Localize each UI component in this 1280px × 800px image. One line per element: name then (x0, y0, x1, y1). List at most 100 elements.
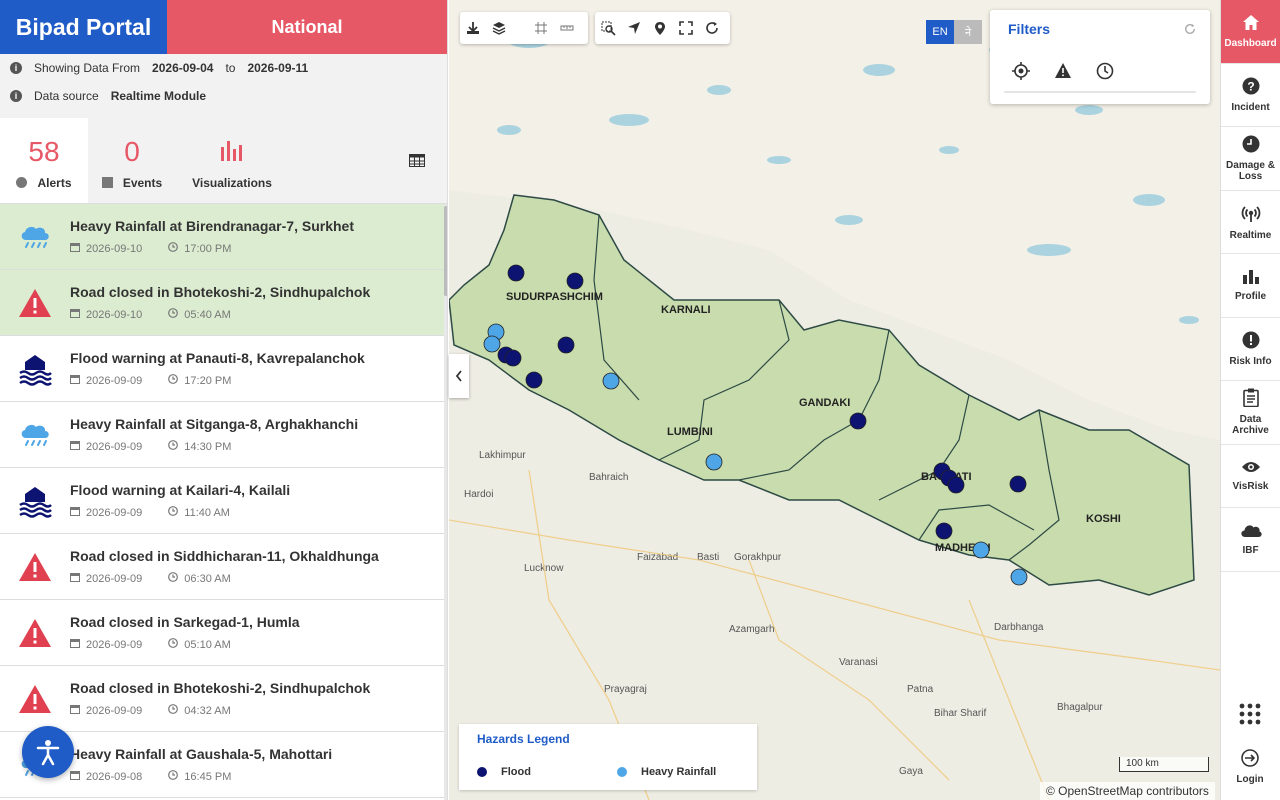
clock-icon (1242, 135, 1260, 160)
legend-dot-icon (477, 767, 487, 777)
bar-chart-icon (220, 132, 244, 172)
legend-title: Hazards Legend (477, 732, 570, 746)
alert-item[interactable]: Heavy Rainfall at Sitganga-8, Arghakhanc… (0, 402, 444, 468)
rain-cloud-icon (0, 422, 70, 448)
apps-grid-icon (1239, 703, 1261, 725)
refresh-icon (1185, 23, 1195, 34)
login-icon (1241, 749, 1259, 767)
from-date: 2026-09-04 (152, 61, 214, 75)
locate-button[interactable] (621, 12, 647, 44)
svg-text:Bahraich: Bahraich (589, 472, 628, 483)
time-icon (168, 440, 179, 453)
map-scale: 100 km (1119, 757, 1209, 772)
showing-label: Showing Data From (34, 61, 141, 75)
filters-refresh-button[interactable] (1184, 22, 1196, 40)
nav-label: Incident (1231, 101, 1270, 113)
collapse-panel-button[interactable] (449, 354, 469, 398)
svg-text:Hardoi: Hardoi (464, 489, 493, 500)
alert-item[interactable]: Heavy Rainfall at Birendranagar-7, Surkh… (0, 204, 444, 270)
alert-item[interactable]: Flood warning at Panauti-8, Kavrepalanch… (0, 336, 444, 402)
svg-text:Bhagalpur: Bhagalpur (1057, 702, 1103, 713)
lang-ne-button[interactable]: ने (954, 20, 982, 44)
calendar-icon (70, 572, 80, 585)
alert-item[interactable]: Road closed in Bhotekoshi-2, Sindhupalch… (0, 666, 444, 732)
map-pin-icon (655, 21, 665, 35)
alert-date: 2026-09-09 (86, 572, 143, 585)
alert-text: Heavy Rainfall at Gaushala-5, Mahottari … (70, 746, 444, 783)
nav-item-risk-info[interactable]: Risk Info (1221, 318, 1280, 381)
tab-alerts[interactable]: 58 Alerts (0, 118, 88, 203)
map-attribution[interactable]: © OpenStreetMap contributors (1040, 782, 1215, 800)
download-button[interactable] (460, 12, 486, 44)
legend-dot-icon (617, 767, 627, 777)
nav-item-incident[interactable]: ? Incident (1221, 64, 1280, 127)
alert-meta: 2026-09-09 06:30 AM (70, 572, 444, 585)
svg-text:Bihar Sharif: Bihar Sharif (934, 708, 986, 719)
nav-label: IBF (1242, 544, 1259, 556)
province-label: LUMBINI (667, 426, 713, 438)
info-icon: i (10, 90, 22, 102)
zoom-area-button[interactable] (595, 12, 621, 44)
alert-title: Flood warning at Panauti-8, Kavrepalanch… (70, 350, 365, 366)
alert-date: 2026-09-09 (86, 440, 143, 453)
tab-events[interactable]: 0 Events (88, 118, 176, 203)
brand-title[interactable]: Bipad Portal (0, 0, 167, 54)
alert-list: Heavy Rainfall at Birendranagar-7, Surkh… (0, 204, 444, 800)
svg-text:Lakhimpur: Lakhimpur (479, 450, 526, 461)
alert-text: Heavy Rainfall at Birendranagar-7, Surkh… (70, 218, 444, 255)
reset-button[interactable] (699, 12, 725, 44)
alert-title: Road closed in Sarkegad-1, Humla (70, 614, 300, 630)
svg-text:Darbhanga: Darbhanga (994, 622, 1044, 633)
navigation-arrow-icon (628, 22, 640, 34)
nav-label: Data Archive (1232, 414, 1269, 437)
nav-item-dashboard[interactable]: Dashboard (1221, 0, 1280, 64)
calendar-icon (70, 308, 80, 321)
square-icon (101, 177, 113, 188)
nav-item-data-archive[interactable]: Data Archive (1221, 381, 1280, 445)
login-button[interactable]: Login (1220, 748, 1280, 785)
svg-text:Gaya: Gaya (899, 766, 923, 777)
alert-item[interactable]: Road closed in Sarkegad-1, Humla 2026-09… (0, 600, 444, 666)
flood-icon (0, 352, 70, 386)
alert-date: 2026-09-09 (86, 506, 143, 519)
fullscreen-button[interactable] (673, 12, 699, 44)
clock-icon (1096, 62, 1114, 80)
nav-item-damage-loss[interactable]: Damage & Loss (1221, 127, 1280, 191)
filter-hazard-button[interactable] (1054, 62, 1096, 85)
alerts-count: 58 (28, 135, 60, 167)
nav-item-visrisk[interactable]: VisRisk (1221, 445, 1280, 508)
ruler-button[interactable] (554, 12, 580, 44)
region-selector[interactable]: National (167, 0, 447, 54)
bar-chart-icon (1242, 268, 1260, 291)
calendar-icon (70, 638, 80, 651)
alert-time: 06:30 AM (184, 572, 231, 585)
date-range-row: i Showing Data From 2026-09-04 to 2026-0… (0, 54, 447, 82)
accessibility-button[interactable] (22, 726, 74, 778)
alert-item[interactable]: Road closed in Bhotekoshi-2, Sindhupalch… (0, 270, 444, 336)
layers-button[interactable] (486, 12, 512, 44)
alert-item[interactable]: Flood warning at Kailari-4, Kailali 2026… (0, 468, 444, 534)
warning-triangle-icon (0, 618, 70, 648)
alert-item[interactable]: Road closed in Siddhicharan-11, Okhaldhu… (0, 534, 444, 600)
time-icon (168, 572, 179, 585)
filter-time-button[interactable] (1096, 62, 1138, 85)
events-label: Events (122, 175, 163, 190)
nav-label: Risk Info (1229, 355, 1272, 367)
apps-menu-button[interactable] (1239, 703, 1261, 730)
scrollbar-thumb[interactable] (444, 206, 447, 296)
table-view-button[interactable] (387, 118, 447, 203)
grid-button[interactable] (528, 12, 554, 44)
filter-location-button[interactable] (1012, 62, 1054, 85)
nav-item-profile[interactable]: Profile (1221, 254, 1280, 318)
nav-item-ibf[interactable]: IBF (1221, 508, 1280, 572)
province-label: SUDURPASHCHIM (506, 291, 603, 303)
time-icon (168, 770, 179, 783)
map-view[interactable]: Lakhimpur Bahraich Hardoi Faizabad Basti… (449, 0, 1220, 800)
eye-icon (1241, 460, 1261, 481)
calendar-icon (70, 506, 80, 519)
lang-en-button[interactable]: EN (926, 20, 954, 44)
tab-visualizations[interactable]: Visualizations (176, 118, 288, 203)
pin-button[interactable] (647, 12, 673, 44)
nav-item-realtime[interactable]: Realtime (1221, 191, 1280, 254)
source-label: Data source (34, 89, 99, 103)
